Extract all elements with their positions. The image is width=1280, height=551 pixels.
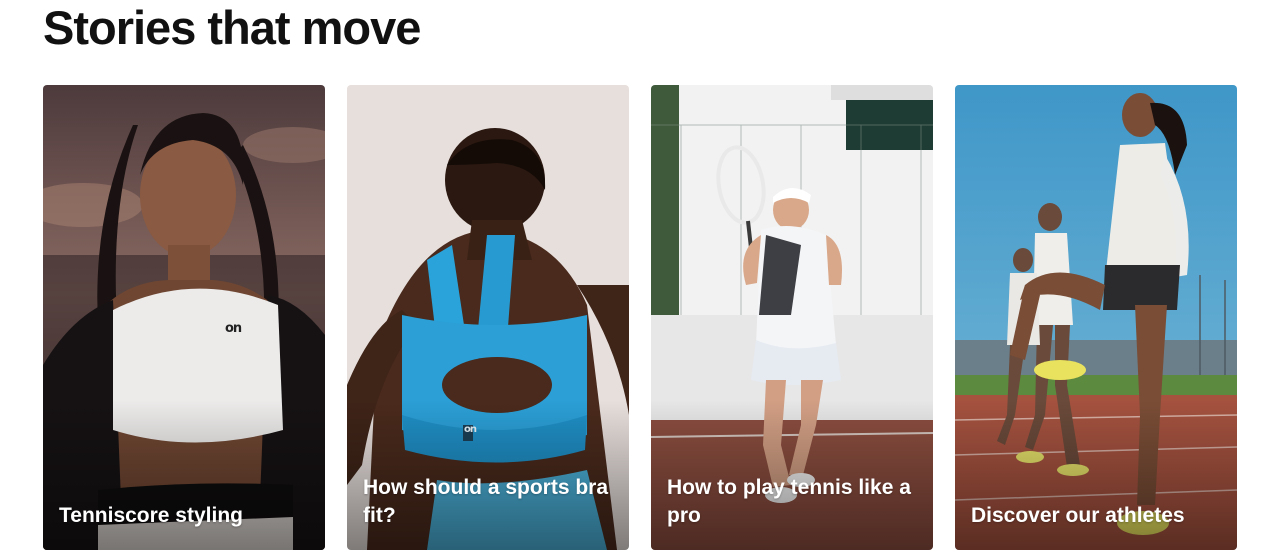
- story-card-tennis-pro[interactable]: How to play tennis like a pro: [651, 85, 933, 550]
- stories-carousel: on Tenniscore styling How should a sport…: [43, 85, 1237, 550]
- story-card-sports-bra-fit[interactable]: on How should a sports bra fit?: [347, 85, 629, 550]
- story-caption: How should a sports bra fit?: [363, 476, 609, 527]
- story-caption: Discover our athletes: [971, 504, 1185, 527]
- section-title: Stories that move: [43, 1, 421, 54]
- story-card-tenniscore[interactable]: on Tenniscore styling: [43, 85, 325, 550]
- story-caption: Tenniscore styling: [59, 504, 243, 527]
- on-logo-mark: on: [225, 321, 242, 336]
- story-card-athletes[interactable]: Discover our athletes: [955, 85, 1237, 550]
- story-caption: How to play tennis like a pro: [667, 476, 911, 527]
